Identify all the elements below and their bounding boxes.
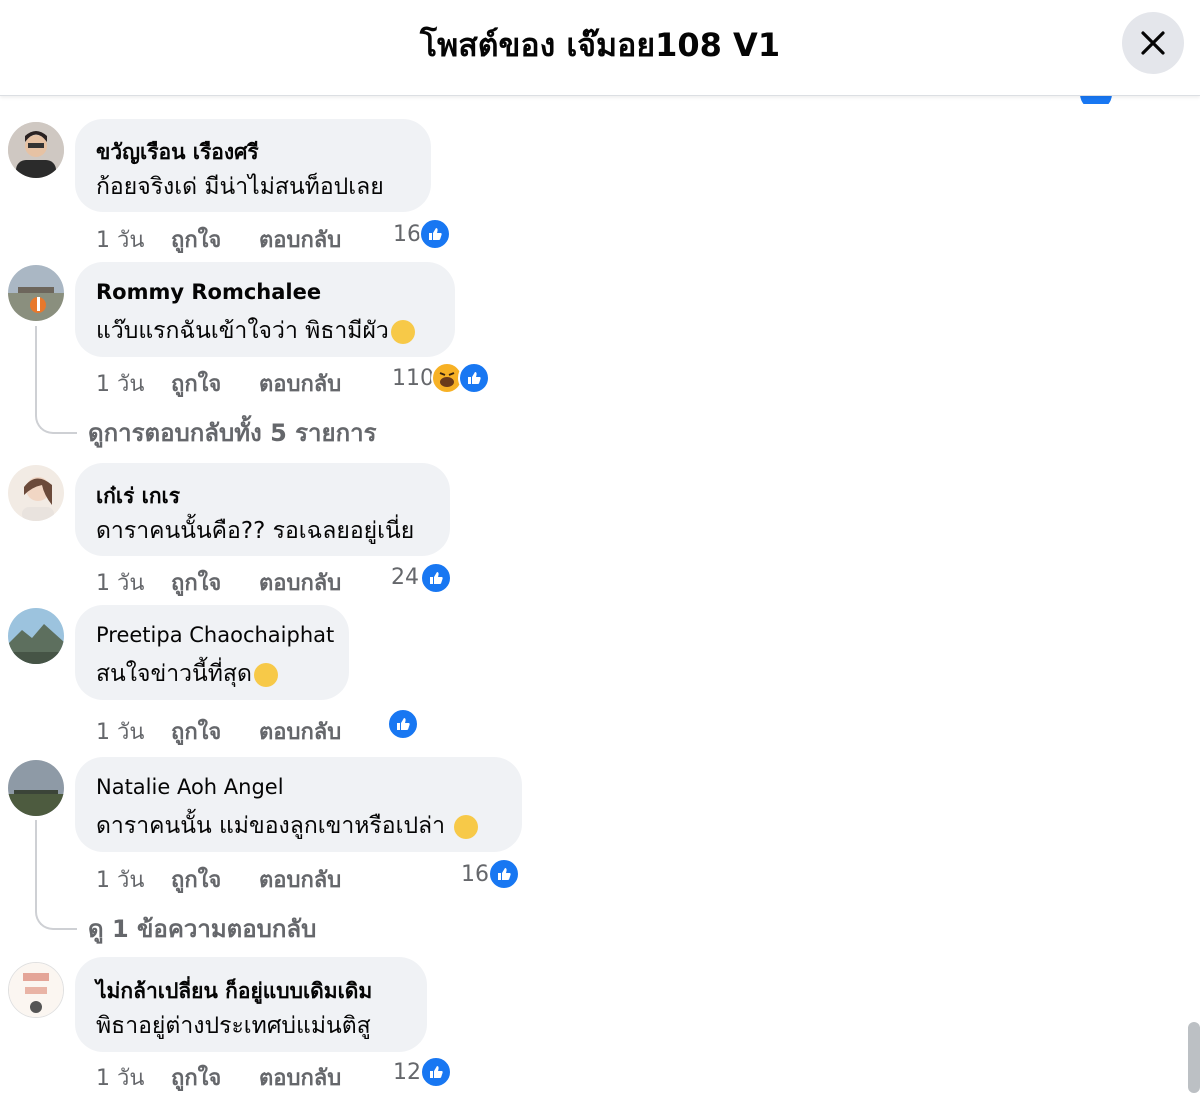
view-replies-link[interactable]: ดู 1 ข้อความตอบกลับ [88,909,316,948]
like-button[interactable]: ถูกใจ [171,222,221,257]
comment-author[interactable]: ไม่กล้าเปลี่ยน ก็อยู่แบบเดิมเดิม [96,975,372,1008]
reaction-count[interactable]: 16 [461,862,489,887]
like-button[interactable]: ถูกใจ [171,1060,221,1095]
close-button[interactable] [1122,12,1184,74]
reply-button[interactable]: ตอบกลับ [259,1060,341,1095]
thumbs-up-icon[interactable] [387,708,419,740]
comment-text: พิธาอยู่ต่างประเทศบ่แม่นติสู [96,1013,371,1039]
reply-button[interactable]: ตอบกลับ [259,714,341,749]
avatar[interactable] [8,465,64,521]
avatar-image [8,122,64,178]
dialog-header: โพสต์ของ เจ๊มอย108 V1 [0,0,1200,96]
reaction-count[interactable]: 24 [391,565,419,590]
thread-line [35,326,37,406]
like-button[interactable]: ถูกใจ [171,862,221,897]
reply-button[interactable]: ตอบกลับ [259,862,341,897]
like-button[interactable]: ถูกใจ [171,565,221,600]
close-icon [1141,31,1165,55]
view-replies-link[interactable]: ดูการตอบกลับทั้ง 5 รายการ [88,413,376,452]
thumbs-up-icon [420,1056,452,1088]
comment-author[interactable]: เก๋เร่ เกเร [96,480,180,513]
avatar[interactable] [8,962,64,1018]
comment-text: สนใจข่าวนี้ที่สุด [96,656,278,692]
reply-button[interactable]: ตอบกลับ [259,565,341,600]
comment-time[interactable]: 1 วัน [96,714,144,749]
comment-author[interactable]: Preetipa Chaochaiphat [96,623,334,647]
avatar[interactable] [8,122,64,178]
comment-time[interactable]: 1 วัน [96,1060,144,1095]
comment-author[interactable]: Natalie Aoh Angel [96,775,284,799]
thumbs-up-icon [458,362,490,394]
avatar[interactable] [8,265,64,321]
comment-bubble: ขวัญเรือน เรืองศรี ก้อยจริงเด่ มีน่าไม่ส… [75,119,431,212]
avatar[interactable] [8,608,64,664]
comment-author[interactable]: ขวัญเรือน เรืองศรี [96,136,259,169]
avatar-image [8,465,64,521]
reply-button[interactable]: ตอบกลับ [259,222,341,257]
comment-bubble: Preetipa Chaochaiphat สนใจข่าวนี้ที่สุด [75,605,349,700]
grinning-sweat-emoji-icon [390,319,415,344]
reaction-count[interactable]: 12 [393,1060,421,1085]
comment-author[interactable]: Rommy Romchalee [96,280,321,304]
comment-bubble: ไม่กล้าเปลี่ยน ก็อยู่แบบเดิมเดิม พิธาอยู… [75,957,427,1052]
comment-time[interactable]: 1 วัน [96,565,144,600]
comment-bubble: Natalie Aoh Angel ดาราคนนั้น แม่ของลูกเข… [75,757,522,852]
comment-bubble: Rommy Romchalee แว๊บแรกฉันเข้าใจว่า พิธา… [75,262,455,357]
reaction-count[interactable]: 16 [393,222,421,247]
reaction-count[interactable]: 110 [392,366,434,391]
thread-line [35,820,37,902]
thumbs-up-icon [419,218,451,250]
scrollbar-thumb[interactable] [1188,1022,1200,1093]
avatar[interactable] [8,760,64,816]
comment-text: ดาราคนนั้นคือ?? รอเฉลยอยู่เนี่ย [96,518,415,544]
comment-time[interactable]: 1 วัน [96,366,144,401]
like-button[interactable]: ถูกใจ [171,714,221,749]
thumbs-up-icon [488,858,520,890]
thumbs-up-icon [420,562,452,594]
reply-button[interactable]: ตอบกลับ [259,366,341,401]
comment-time[interactable]: 1 วัน [96,222,144,257]
avatar-image [8,760,64,816]
kissing-wink-emoji-icon [454,814,479,839]
like-button[interactable]: ถูกใจ [171,366,221,401]
avatar-image [9,963,63,1017]
dialog-title: โพสต์ของ เจ๊มอย108 V1 [419,26,781,64]
avatar-image [8,265,64,321]
thread-connector [35,898,77,930]
comment-text: ก้อยจริงเด่ มีน่าไม่สนท็อปเลย [96,174,384,200]
avatar-image [8,608,64,664]
comment-time[interactable]: 1 วัน [96,862,144,897]
comment-text: แว๊บแรกฉันเข้าใจว่า พิธามีผัว [96,313,415,349]
thread-connector [35,402,77,434]
comment-bubble: เก๋เร่ เกเร ดาราคนนั้นคือ?? รอเฉลยอยู่เน… [75,463,450,556]
comment-text: ดาราคนนั้น แม่ของลูกเขาหรือเปล่า [96,808,479,844]
grinning-emoji-icon [253,662,278,687]
